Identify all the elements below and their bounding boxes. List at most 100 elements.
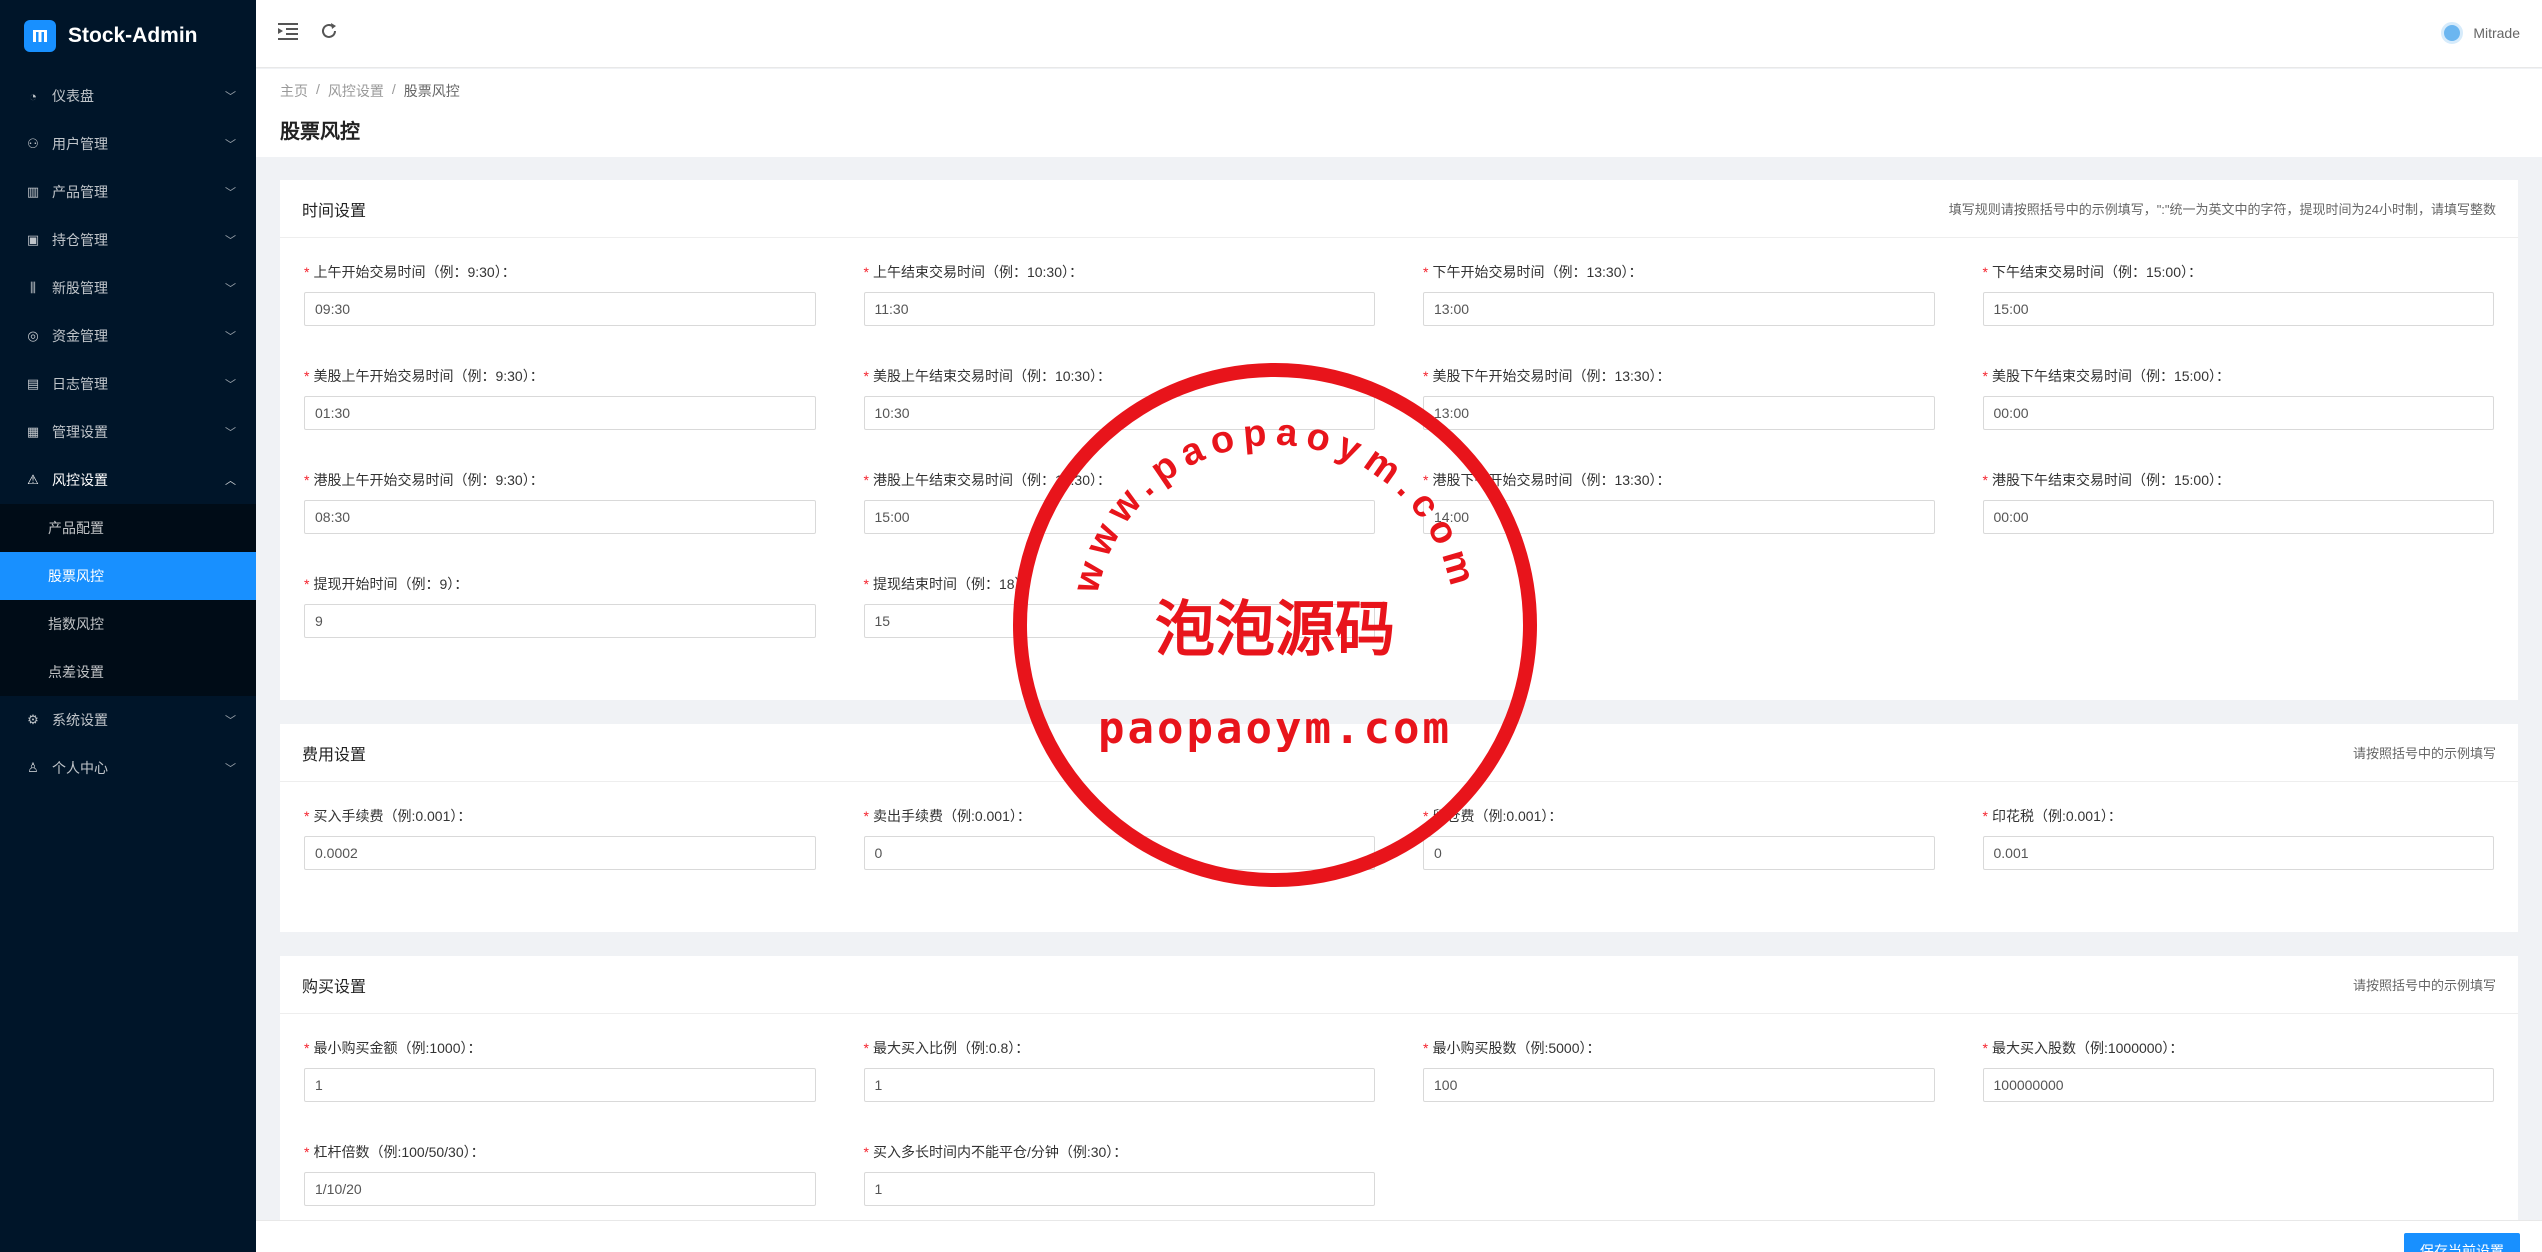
required-mark: * — [863, 264, 869, 280]
form-field: * 买入手续费（例:0.001）： — [304, 806, 816, 910]
field-label: * 上午结束交易时间（例：10:30）： — [864, 262, 1376, 280]
required-mark: * — [1982, 472, 1988, 488]
sidebar-item-dashboard[interactable]: ◔ 仪表盘 ﹀ — [0, 72, 256, 120]
field-input[interactable] — [1423, 1068, 1935, 1102]
field-input[interactable] — [863, 292, 1375, 326]
field-input[interactable] — [863, 1068, 1375, 1102]
field-input[interactable] — [304, 1172, 816, 1206]
field-input[interactable] — [1423, 836, 1935, 870]
field-input[interactable] — [1423, 292, 1935, 326]
field-label-text: 上午结束交易时间（例：10:30）： — [872, 264, 1083, 280]
new-stock-icon: ⫼ — [30, 280, 36, 295]
field-input[interactable] — [1982, 1068, 2494, 1102]
sidebar-item-new-stock[interactable]: ⫼ 新股管理 ﹀ — [0, 264, 256, 312]
gear-icon: ⚙ — [27, 712, 39, 727]
field-label: * 港股下午结束交易时间（例：15:00）： — [1983, 470, 2495, 488]
field-label-text: 提现结束时间（例：18）： — [872, 576, 1036, 592]
sidebar-subitem[interactable]: 产品配置 — [0, 504, 256, 552]
chevron-down-icon: ﹀ — [225, 283, 236, 295]
field-label: * 最小购买股数（例:5000）： — [1423, 1038, 1935, 1056]
field-label-text: 提现开始时间（例：9）： — [313, 576, 469, 592]
field-input[interactable] — [304, 500, 816, 534]
card-title: 时间设置 — [302, 202, 367, 220]
field-input[interactable] — [863, 396, 1375, 430]
card-hint: 填写规则请按照括号中的示例填写，":"统一为英文中的字符，提现时间为24小时制，… — [1948, 202, 2496, 217]
field-input[interactable] — [1982, 500, 2494, 534]
log-icon: ▤ — [26, 376, 40, 391]
sidebar-item-person[interactable]: ♙ 个人中心 ﹀ — [0, 744, 256, 792]
required-mark: * — [304, 576, 310, 592]
breadcrumb-separator: / — [316, 81, 320, 97]
user-menu[interactable]: Mitrade — [2441, 22, 2520, 44]
sidebar-item-chart[interactable]: ▥ 产品管理 ﹀ — [0, 168, 256, 216]
required-mark: * — [304, 264, 310, 280]
form-field: * 美股下午开始交易时间（例：13:30）： — [1423, 366, 1935, 470]
field-label-text: 卖出手续费（例:0.001）： — [872, 808, 1031, 824]
field-label: * 港股上午结束交易时间（例：10:30）： — [864, 470, 1376, 488]
required-mark: * — [863, 1144, 869, 1160]
form-field: * 上午结束交易时间（例：10:30）： — [863, 262, 1376, 366]
field-label: * 上午开始交易时间（例：9:30）： — [304, 262, 816, 280]
required-mark: * — [863, 576, 869, 592]
required-mark: * — [1982, 368, 1988, 384]
field-input[interactable] — [863, 1172, 1375, 1206]
field-label-text: 港股下午开始交易时间（例：13:30）： — [1432, 472, 1671, 488]
form-field: * 港股下午结束交易时间（例：15:00）： — [1982, 470, 2495, 574]
save-settings-button[interactable]: 保存当前设置 — [2404, 1233, 2520, 1252]
required-mark: * — [1423, 808, 1429, 824]
sidebar-item-log[interactable]: ▤ 日志管理 ﹀ — [0, 360, 256, 408]
field-input[interactable] — [863, 836, 1375, 870]
menu-fold-icon[interactable] — [278, 22, 298, 46]
top-header: Mitrade — [256, 0, 2542, 68]
sidebar-item-gear[interactable]: ⚙ 系统设置 ﹀ — [0, 696, 256, 744]
field-input[interactable] — [1423, 500, 1935, 534]
field-input[interactable] — [304, 1068, 816, 1102]
form-field: * 最大买入股数（例:1000000）： — [1982, 1038, 2494, 1142]
required-mark: * — [304, 368, 310, 384]
sidebar-item-position[interactable]: ▣ 持仓管理 ﹀ — [0, 216, 256, 264]
field-input[interactable] — [1982, 292, 2494, 326]
user-name: Mitrade — [2473, 25, 2520, 41]
breadcrumb-home[interactable]: 主页 — [280, 81, 308, 101]
refresh-icon[interactable] — [320, 22, 338, 46]
field-input[interactable] — [304, 292, 816, 326]
field-input[interactable] — [1423, 396, 1935, 430]
settings-grid-icon: ▦ — [26, 424, 40, 439]
field-input[interactable] — [304, 604, 816, 638]
field-label-text: 最小购买金额（例:1000）： — [313, 1040, 482, 1056]
field-input[interactable] — [863, 604, 1375, 638]
form-field: * 美股上午开始交易时间（例：9:30）： — [304, 366, 816, 470]
field-label: * 提现开始时间（例：9）： — [304, 574, 816, 592]
field-input[interactable] — [304, 836, 816, 870]
sidebar-item-settings-grid[interactable]: ▦ 管理设置 ﹀ — [0, 408, 256, 456]
form-field: * 美股上午结束交易时间（例：10:30）： — [863, 366, 1375, 470]
sidebar-subitem[interactable]: 指数风控 — [0, 600, 256, 648]
required-mark: * — [1423, 472, 1429, 488]
chevron-down-icon: ﹀ — [225, 91, 236, 103]
field-label-text: 美股上午开始交易时间（例：9:30）： — [313, 368, 544, 384]
field-label: * 印花税（例:0.001）： — [1983, 806, 2495, 824]
form-field: * 美股下午结束交易时间（例：15:00）： — [1982, 366, 2494, 470]
app-title: Stock-Admin — [68, 24, 198, 47]
sidebar-item-warning[interactable]: ⚠ 风控设置 ︿ — [0, 456, 256, 504]
field-label-text: 上午开始交易时间（例：9:30）： — [313, 264, 516, 280]
sidebar-subitem[interactable]: 股票风控 — [0, 552, 256, 600]
field-input[interactable] — [304, 396, 816, 430]
field-label-text: 下午开始交易时间（例：13:30）： — [1432, 264, 1643, 280]
field-label: * 美股上午开始交易时间（例：9:30）： — [304, 366, 816, 384]
card-hint: 请按照括号中的示例填写 — [2352, 746, 2496, 761]
sidebar-item-label: 新股管理 — [52, 280, 108, 296]
breadcrumb-risk-settings[interactable]: 风控设置 — [328, 81, 384, 101]
field-input[interactable] — [863, 500, 1375, 534]
field-input[interactable] — [1982, 836, 2494, 870]
field-label: * 提现结束时间（例：18）： — [864, 574, 1376, 592]
field-input[interactable] — [1982, 396, 2494, 430]
logo[interactable]: Stock-Admin — [0, 0, 256, 72]
sidebar-subitem[interactable]: 点差设置 — [0, 648, 256, 696]
sidebar-item-money[interactable]: ◎ 资金管理 ﹀ — [0, 312, 256, 360]
field-label: * 港股上午开始交易时间（例：9:30）： — [304, 470, 816, 488]
field-label-text: 买入多长时间内不能平仓/分钟（例:30）： — [872, 1144, 1128, 1160]
page-title: 股票风控 — [280, 121, 360, 143]
sidebar-item-user-manage[interactable]: ⚇ 用户管理 ﹀ — [0, 120, 256, 168]
required-mark: * — [1982, 1040, 1988, 1056]
